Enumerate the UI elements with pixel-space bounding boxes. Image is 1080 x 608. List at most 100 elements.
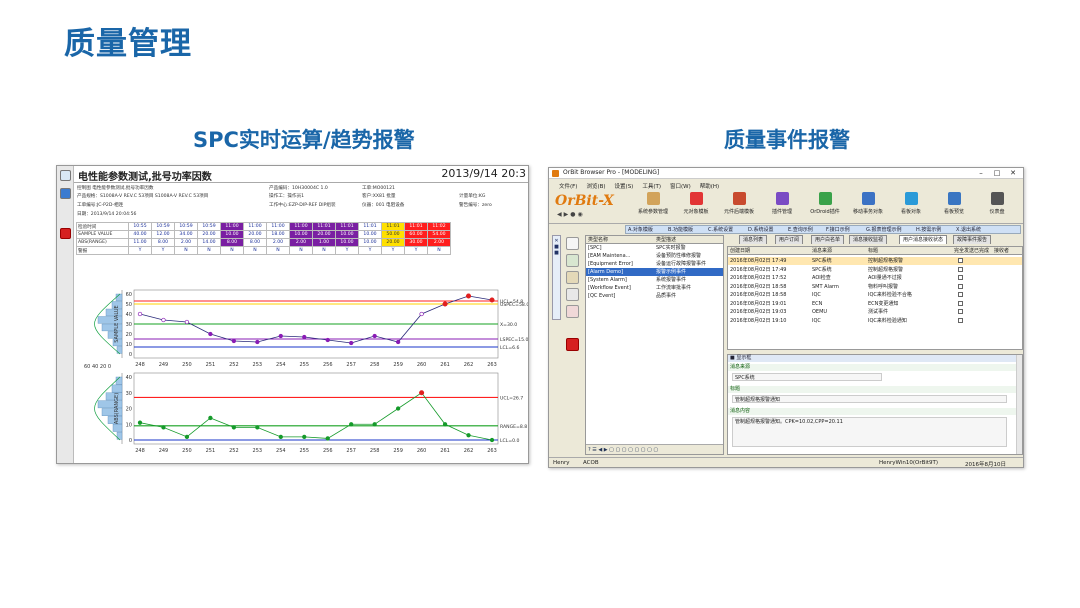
- grid-row[interactable]: 2016年08月02日 19:10 IQC IQC来料检验通知: [728, 317, 1022, 325]
- spc-table-cell: 2.00: [289, 238, 313, 247]
- power-icon[interactable]: [565, 338, 579, 351]
- x-tick-label: 255: [299, 448, 309, 454]
- detail-scrollbar[interactable]: [1016, 355, 1022, 454]
- list-item[interactable]: [Alarm Demo] 报警示例事件: [586, 268, 723, 276]
- nav-buttons-icon[interactable]: ◀▶●◉: [557, 211, 585, 218]
- sent-checkbox[interactable]: [958, 292, 963, 297]
- grid-row[interactable]: 2016年08月02日 17:49 SPC系统 控制超规格报警: [728, 266, 1022, 274]
- toolbar-button[interactable]: 系统参数管理: [629, 192, 677, 215]
- x-tick-label: 251: [206, 448, 216, 454]
- error-icon[interactable]: [565, 305, 579, 318]
- sent-checkbox[interactable]: [958, 275, 963, 280]
- grid-row[interactable]: 2016年08月02日 17:52 AOI检查 AOI量通不过报: [728, 274, 1022, 282]
- module-tab[interactable]: F.接口示例: [826, 226, 850, 234]
- edit-icon[interactable]: [565, 288, 579, 301]
- spc-table-cell: 8.00: [220, 238, 244, 247]
- grid-header-cell[interactable]: 接收者: [994, 247, 1009, 255]
- limit-label: LSPEC=15.0: [500, 337, 529, 343]
- chart-icon[interactable]: [565, 254, 579, 267]
- grid-header: 创建日期 消息来源 标题 完全发送已完成 接收者: [728, 247, 1022, 255]
- message-tab[interactable]: 消息接收监视: [849, 235, 888, 244]
- module-tab[interactable]: D.系统设置: [748, 226, 773, 234]
- menu-item[interactable]: 帮助(H): [700, 184, 719, 190]
- toolbar-button[interactable]: OrDroid插件: [801, 192, 849, 215]
- module-tab[interactable]: X.退出系统: [956, 226, 981, 234]
- toolbar-button[interactable]: 看板预览: [930, 192, 978, 215]
- grid-row[interactable]: 2016年08月02日 19:01 ECN ECN变更通知: [728, 300, 1022, 308]
- toolbar-button[interactable]: 元对象模板: [672, 192, 720, 215]
- toolbar-button[interactable]: 仪表盘: [973, 192, 1021, 215]
- data-point: [184, 434, 190, 440]
- toolbar-icon: [646, 192, 660, 205]
- content-value[interactable]: 管制超规格报警通知。CPK=10.02,CPP=20.11: [732, 417, 1007, 447]
- toolbar-label: 仪表盘: [989, 209, 1005, 215]
- message-tab[interactable]: 用户消息接收状态: [899, 235, 948, 244]
- sent-checkbox[interactable]: [958, 258, 963, 263]
- x-tick-label: 257: [346, 362, 356, 368]
- spc-table-cell: 2.00: [266, 238, 290, 247]
- grid-header-cell[interactable]: 完全发送已完成: [954, 247, 989, 255]
- close-button[interactable]: ✕: [1007, 168, 1019, 178]
- menu-item[interactable]: 浏览(B): [586, 184, 605, 190]
- power-icon[interactable]: [60, 228, 71, 239]
- list-footer-toolbar[interactable]: ? ☰ ◀ ▶ ▢ ▢ ▢ ▢ ▢ ▢ ▢ ▢: [586, 444, 723, 454]
- list-item[interactable]: [System Alarm] 系统报警事件: [586, 276, 723, 284]
- menu-item[interactable]: 窗口(W): [670, 184, 691, 190]
- grid-row[interactable]: 2016年08月02日 19:03 OEMU 测试事件: [728, 308, 1022, 316]
- module-tab[interactable]: E.查询示例: [788, 226, 813, 234]
- status-bar: Henry ACOB HenryWin10(OrBit9T) 2016年8月10…: [549, 457, 1023, 467]
- menu-item[interactable]: 文件(F): [559, 184, 577, 190]
- list-item[interactable]: [EAM Maintena... 设备预防性维修报警: [586, 252, 723, 260]
- grid-row[interactable]: 2016年08月02日 18:58 IQC IQC来料检验不合格: [728, 291, 1022, 299]
- module-tab[interactable]: A.对象模版: [628, 226, 653, 234]
- list-item[interactable]: [Workflow Event] 工作流审批事件: [586, 284, 723, 292]
- vertical-tab-bar[interactable]: ✕ ■ ■: [552, 235, 561, 320]
- message-tab[interactable]: 用户订阅: [775, 235, 804, 244]
- toolbar-button[interactable]: 元件后端模板: [715, 192, 763, 215]
- sent-checkbox[interactable]: [958, 266, 963, 272]
- grid-header-cell[interactable]: 创建日期: [730, 247, 750, 255]
- sent-checkbox[interactable]: [958, 317, 963, 323]
- minimize-button[interactable]: –: [975, 168, 987, 178]
- module-tab[interactable]: H.按需示例: [916, 226, 941, 234]
- document-icon[interactable]: [60, 170, 71, 181]
- grid-row[interactable]: 2016年08月02日 18:58 SMT Alarm 物料呼叫报警: [728, 283, 1022, 291]
- grid-header-cell[interactable]: 消息来源: [812, 247, 832, 255]
- menu-item[interactable]: 设置(S): [615, 184, 634, 190]
- sent-checkbox[interactable]: [958, 309, 963, 314]
- source-value[interactable]: SPC系统: [732, 373, 882, 381]
- message-tab[interactable]: 故障事件报告: [953, 235, 992, 244]
- list-item[interactable]: [Equipment Error] 设备运行故障报警事件: [586, 260, 723, 268]
- maximize-button[interactable]: □: [991, 168, 1003, 178]
- folder-icon[interactable]: [565, 271, 579, 284]
- toolbar-label: 元对象模板: [683, 209, 709, 215]
- message-tab[interactable]: 用户白名单: [811, 235, 845, 244]
- toolbar-button[interactable]: 移动事务对象: [844, 192, 892, 215]
- list-item[interactable]: [QC Event] 品质事件: [586, 292, 723, 300]
- diamond-icon[interactable]: [60, 188, 71, 199]
- x-tick-label: 258: [370, 362, 380, 368]
- page-icon[interactable]: [565, 237, 579, 250]
- list-item[interactable]: [SPC] SPC实时报警: [586, 244, 723, 252]
- module-tab[interactable]: C.系统设置: [708, 226, 733, 234]
- grid-cell: IQC来料检验不合格: [868, 292, 912, 298]
- title-value[interactable]: 管制超规格报警通知: [732, 395, 1007, 403]
- sent-checkbox[interactable]: [958, 283, 963, 289]
- spc-table-cell: 10.00: [358, 238, 382, 247]
- module-tab[interactable]: G.报表管理示例: [866, 226, 901, 234]
- grid-cell: 2016年08月02日 17:49: [730, 266, 787, 273]
- menu-item[interactable]: 工具(T): [642, 184, 661, 190]
- spc-table-cell: 10.00: [289, 230, 313, 239]
- message-tab[interactable]: 消息列表: [739, 235, 768, 244]
- grid-header-cell[interactable]: 标题: [868, 247, 878, 255]
- data-point: [325, 436, 330, 441]
- grid-row[interactable]: 2016年08月02日 17:49 SPC系统 控制超规格报警: [728, 257, 1022, 265]
- toolbar-button[interactable]: 看板对象: [887, 192, 935, 215]
- module-tab[interactable]: B.功能模版: [668, 226, 693, 234]
- histogram-bar: [112, 424, 123, 432]
- spc-table-cell: N: [220, 246, 244, 255]
- sent-checkbox[interactable]: [958, 300, 963, 306]
- spc-table-cell: 11.00: [128, 238, 152, 247]
- toolbar-button[interactable]: 插件管理: [758, 192, 806, 215]
- data-point: [489, 437, 495, 443]
